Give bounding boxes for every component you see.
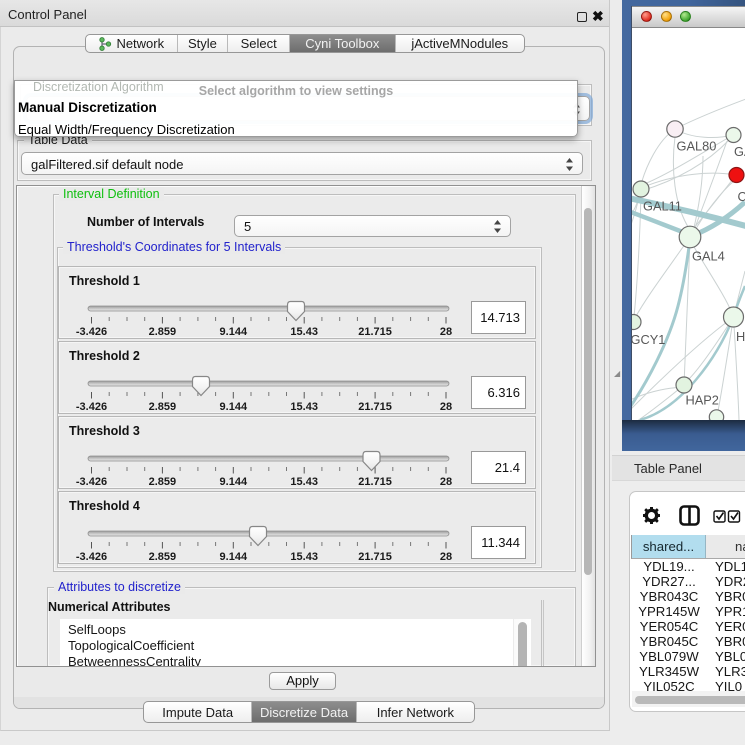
svg-text:9.144: 9.144 (220, 551, 248, 563)
svg-text:GCY1: GCY1 (632, 332, 665, 347)
svg-text:GAL4: GAL4 (692, 249, 725, 264)
svg-text:GAL80: GAL80 (677, 139, 717, 154)
svg-text:28: 28 (440, 551, 452, 563)
svg-text:15.43: 15.43 (290, 401, 318, 413)
svg-text:GA: GA (734, 144, 745, 159)
svg-text:28: 28 (440, 476, 452, 488)
svg-text:GAL11: GAL11 (643, 199, 682, 214)
svg-text:-3.426: -3.426 (76, 401, 107, 413)
svg-text:2.859: 2.859 (149, 401, 177, 413)
svg-text:21.715: 21.715 (358, 551, 392, 563)
svg-text:2.859: 2.859 (149, 551, 177, 563)
svg-text:28: 28 (440, 401, 452, 413)
svg-text:2.859: 2.859 (149, 326, 177, 338)
svg-text:-3.426: -3.426 (76, 326, 107, 338)
svg-text:15.43: 15.43 (290, 476, 318, 488)
svg-text:2.859: 2.859 (149, 476, 177, 488)
svg-text:9.144: 9.144 (220, 326, 248, 338)
svg-text:15.43: 15.43 (290, 551, 318, 563)
svg-text:15.43: 15.43 (290, 326, 318, 338)
svg-text:21.715: 21.715 (358, 401, 392, 413)
svg-text:C: C (738, 189, 745, 204)
svg-text:28: 28 (440, 326, 452, 338)
svg-text:21.715: 21.715 (358, 326, 392, 338)
svg-text:9.144: 9.144 (220, 476, 248, 488)
svg-text:H: H (736, 329, 745, 344)
svg-text:21.715: 21.715 (358, 476, 392, 488)
svg-text:-3.426: -3.426 (76, 551, 107, 563)
svg-text:HAP2: HAP2 (686, 393, 719, 408)
svg-text:9.144: 9.144 (220, 401, 248, 413)
svg-text:-3.426: -3.426 (76, 476, 107, 488)
